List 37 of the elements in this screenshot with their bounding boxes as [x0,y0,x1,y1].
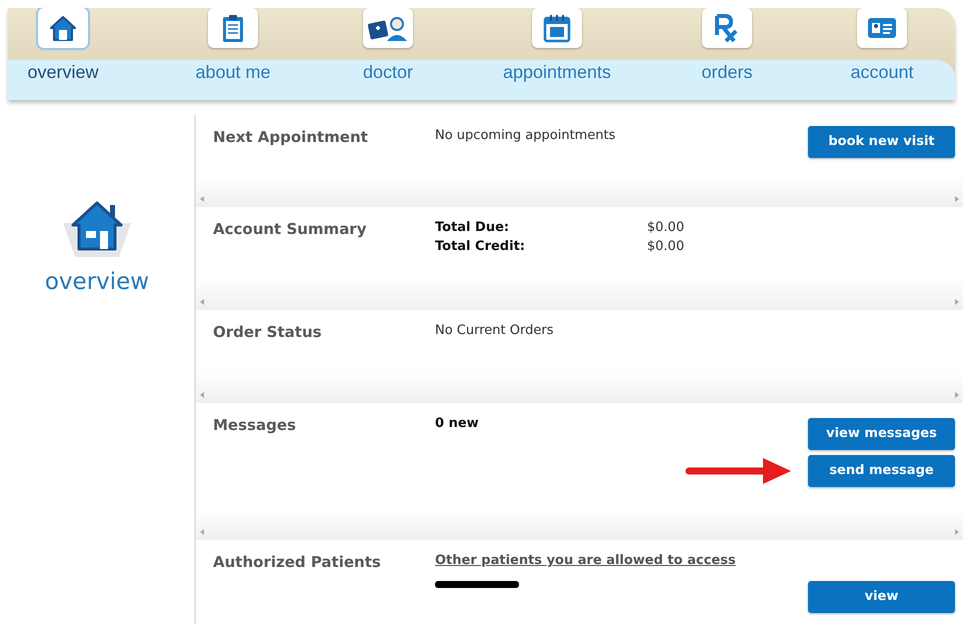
status-text: No Current Orders [435,322,554,340]
scroll-left-icon[interactable] [200,196,204,202]
action-button[interactable]: book new visit [808,126,955,158]
nav-tab[interactable]: overview [8,8,138,81]
calendar-icon [542,13,572,43]
action-button[interactable]: view messages [808,418,955,450]
action-button[interactable]: send message [808,455,955,487]
section-title: Order Status [213,322,323,343]
nav-tab[interactable]: doctor [313,8,463,81]
total-label: Total Credit: [435,238,526,256]
scroll-left-icon[interactable] [200,392,204,398]
doctor-card-icon [367,14,409,42]
nav-tab[interactable]: about me [158,8,308,81]
total-label: Total Due: [435,219,510,237]
section-title: Next Appointment [213,127,369,148]
section-title: Authorized Patients [213,552,382,573]
scroll-left-icon[interactable] [200,299,204,305]
scroll-right-icon[interactable] [955,299,959,305]
scroll-right-icon[interactable] [955,392,959,398]
house-icon [48,14,78,42]
message-count: 0 new [435,415,480,433]
page-heading: overview [44,268,150,297]
nav-tab[interactable]: appointments [482,8,632,81]
clipboard-icon [221,13,245,43]
scroll-right-icon[interactable] [955,529,959,535]
patients-link[interactable]: Other patients you are allowed to access [435,553,736,568]
scroll-right-icon[interactable] [955,196,959,202]
section-title: Messages [213,415,297,436]
status-text: No upcoming appointments [435,127,616,145]
action-button[interactable]: view [808,581,955,613]
id-card-icon [866,15,898,41]
nav-tab[interactable]: account [807,8,955,81]
total-amount: $0.00 [647,238,684,256]
total-amount: $0.00 [647,219,684,237]
nav-tab[interactable]: orders [652,8,802,81]
scroll-left-icon[interactable] [200,529,204,535]
section-title: Account Summary [213,219,368,240]
